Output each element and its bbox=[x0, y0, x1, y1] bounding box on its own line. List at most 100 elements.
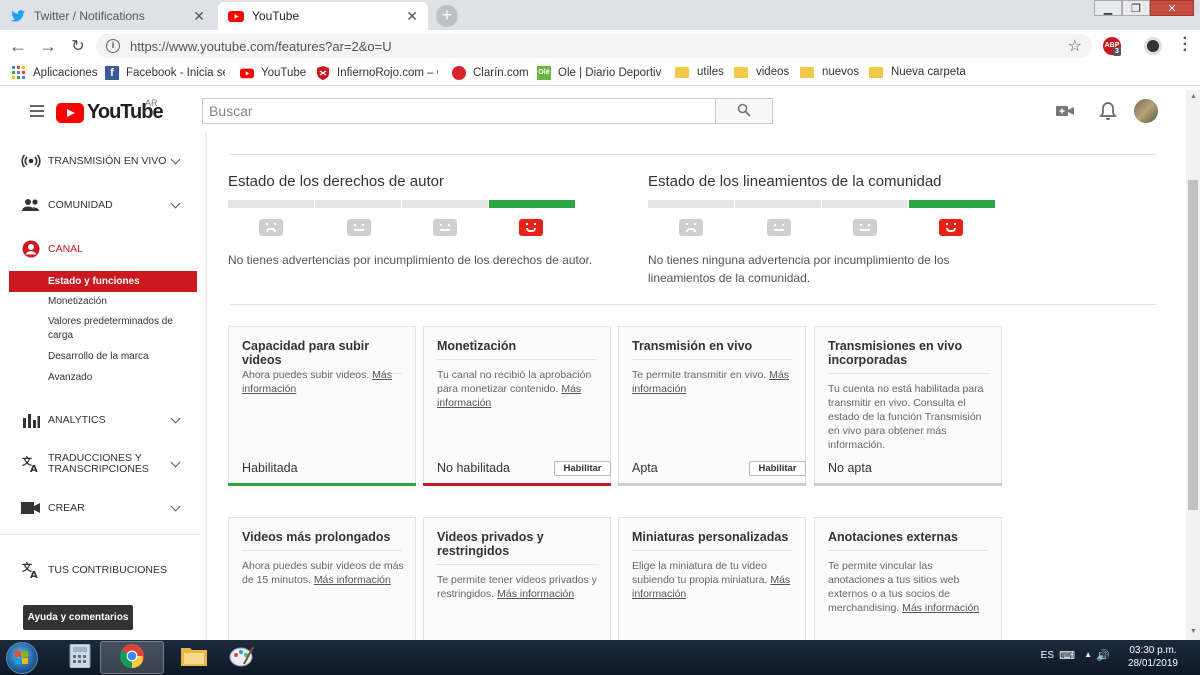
bookmark-folder-videos[interactable]: videos bbox=[734, 66, 789, 78]
studio-sidebar: TRANSMISIÓN EN VIVO COMUNIDAD CANAL Esta… bbox=[0, 132, 205, 640]
sidebar-subitem-branding[interactable]: Desarrollo de la marca bbox=[10, 350, 198, 364]
bookmark-label: Aplicaciones bbox=[33, 67, 98, 79]
bookmark-folder-nuevos[interactable]: nuevos bbox=[800, 66, 859, 78]
taskbar-paint[interactable] bbox=[210, 641, 274, 674]
clock-time: 03:30 p.m. bbox=[1129, 645, 1177, 656]
bookmark-folder-nueva-carpeta[interactable]: Nueva carpeta bbox=[869, 66, 966, 78]
enable-monetization-button[interactable]: Habilitar bbox=[554, 461, 611, 476]
feature-card-live: Transmisión en vivo Te permite transmiti… bbox=[618, 326, 806, 486]
close-tab-icon[interactable]: ✕ bbox=[406, 8, 418, 25]
forward-icon[interactable]: → bbox=[33, 36, 63, 57]
card-status: No habilitada bbox=[437, 461, 510, 475]
page-scrollbar[interactable]: ▲ ▼ bbox=[1186, 90, 1200, 640]
bookmark-apps[interactable]: Aplicaciones bbox=[12, 66, 98, 80]
new-tab-button[interactable]: + bbox=[436, 5, 458, 27]
card-description: Tu cuenta no está habilitada para transm… bbox=[828, 383, 984, 451]
scroll-down-icon[interactable]: ▼ bbox=[1190, 628, 1197, 635]
bookmark-star-icon[interactable]: ☆ bbox=[1068, 36, 1082, 56]
more-info-link[interactable]: Más información bbox=[314, 574, 391, 586]
maximize-button[interactable]: ❐ bbox=[1122, 0, 1150, 16]
tab-twitter[interactable]: Twitter / Notifications ✕ bbox=[0, 2, 215, 30]
neutral-face-icon bbox=[853, 219, 877, 236]
adblock-extension-icon[interactable]: ABP 3 bbox=[1103, 37, 1121, 56]
notifications-bell-icon[interactable] bbox=[1099, 101, 1117, 121]
card-title: Videos privados y restringidos bbox=[437, 530, 599, 565]
bookmark-label: Clarín.com bbox=[473, 67, 529, 79]
meter-segment bbox=[228, 200, 314, 208]
upload-video-icon[interactable] bbox=[1056, 104, 1074, 118]
youtube-masthead: YouTube AR Buscar bbox=[0, 90, 1186, 132]
apps-grid-icon bbox=[12, 66, 26, 80]
broadcast-icon bbox=[21, 152, 41, 170]
reload-icon[interactable]: ↻ bbox=[63, 36, 93, 56]
help-feedback-button[interactable]: Ayuda y comentarios bbox=[23, 605, 133, 630]
bookmark-clarin[interactable]: Clarín.com bbox=[452, 66, 529, 80]
more-info-link[interactable]: Más información bbox=[497, 588, 574, 600]
enable-live-button[interactable]: Habilitar bbox=[749, 461, 806, 476]
bookmark-label: utiles bbox=[697, 66, 724, 78]
divider bbox=[230, 304, 1156, 305]
sidebar-subitem-upload-defaults[interactable]: Valores predeterminados de carga bbox=[10, 315, 182, 343]
sidebar-item-channel[interactable]: CANAL bbox=[0, 229, 200, 269]
sidebar-subitem-status[interactable]: Estado y funciones bbox=[9, 271, 197, 292]
sidebar-item-analytics[interactable]: ANALYTICS bbox=[0, 400, 200, 440]
volume-icon[interactable]: 🔊 bbox=[1096, 649, 1110, 662]
info-icon[interactable]: i bbox=[106, 39, 120, 53]
bookmark-label: nuevos bbox=[822, 66, 860, 78]
folder-icon bbox=[675, 66, 689, 78]
bookmark-infiernorojo[interactable]: InfiernoRojo.com – C bbox=[316, 66, 438, 80]
windows-start-button[interactable] bbox=[6, 642, 38, 674]
sidebar-item-contributions[interactable]: 文A TUS CONTRIBUCIONES bbox=[0, 550, 200, 590]
browser-tab-strip: Twitter / Notifications ✕ YouTube ✕ + ▁ … bbox=[0, 0, 1200, 30]
close-tab-icon[interactable]: ✕ bbox=[193, 8, 205, 25]
card-status: No apta bbox=[828, 461, 872, 475]
language-indicator[interactable]: ES bbox=[1041, 650, 1054, 661]
search-button[interactable] bbox=[715, 98, 773, 124]
sad-face-icon bbox=[259, 219, 283, 236]
window-close-button[interactable]: ✕ bbox=[1150, 0, 1194, 16]
status-bar-neutral bbox=[618, 483, 806, 486]
menu-icon[interactable] bbox=[30, 105, 44, 117]
show-hidden-icons-icon[interactable]: ▲ bbox=[1084, 650, 1092, 659]
bookmark-facebook[interactable]: f Facebook - Inicia ses bbox=[105, 66, 225, 80]
bookmark-ole[interactable]: Olé Ole | Diario Deportivo bbox=[537, 66, 662, 80]
windows-taskbar: ES ⌨ ▲ 🔊 03:30 p.m. 28/01/2019 bbox=[0, 640, 1200, 675]
scroll-up-icon[interactable]: ▲ bbox=[1190, 93, 1197, 100]
bookmark-folder-utiles[interactable]: utiles bbox=[675, 66, 724, 78]
keyboard-icon[interactable]: ⌨ bbox=[1059, 649, 1075, 662]
sidebar-item-live[interactable]: TRANSMISIÓN EN VIVO bbox=[0, 141, 200, 181]
extension-icon[interactable] bbox=[1144, 37, 1162, 55]
sidebar-item-create[interactable]: CREAR bbox=[0, 488, 200, 528]
more-info-link[interactable]: Más información bbox=[902, 602, 979, 614]
search-input[interactable]: Buscar bbox=[202, 98, 716, 124]
address-bar[interactable]: i https://www.youtube.com/features?ar=2&… bbox=[96, 34, 1092, 58]
bookmark-label: InfiernoRojo.com – C bbox=[337, 67, 438, 79]
chevron-down-icon bbox=[170, 501, 181, 511]
people-icon bbox=[21, 196, 41, 214]
feature-card-monetization: Monetización Tu canal no recibió la apro… bbox=[423, 326, 611, 486]
taskbar-clock[interactable]: 03:30 p.m. 28/01/2019 bbox=[1128, 644, 1178, 670]
browser-toolbar: ← → ↻ i https://www.youtube.com/features… bbox=[0, 30, 1200, 62]
bookmark-youtube[interactable]: YouTube bbox=[240, 66, 306, 80]
browser-menu-icon[interactable]: · · · bbox=[1183, 31, 1188, 59]
sidebar-item-translations[interactable]: 文A TRADUCCIONES Y TRANSCRIPCIONES bbox=[0, 444, 200, 484]
extension-badge: 3 bbox=[1113, 47, 1121, 56]
avatar[interactable] bbox=[1134, 99, 1158, 123]
sidebar-subitem-advanced[interactable]: Avanzado bbox=[10, 371, 198, 385]
chevron-down-icon bbox=[170, 154, 181, 164]
neutral-face-icon bbox=[347, 219, 371, 236]
sidebar-subitem-label: Avanzado bbox=[48, 372, 93, 383]
back-icon[interactable]: ← bbox=[3, 36, 33, 57]
card-description: Ahora puedes subir videos. Más informaci… bbox=[242, 369, 393, 395]
sidebar-item-community[interactable]: COMUNIDAD bbox=[0, 185, 200, 225]
tab-youtube[interactable]: YouTube ✕ bbox=[218, 2, 428, 30]
sidebar-subitem-monetization[interactable]: Monetización bbox=[10, 295, 198, 309]
community-status-title: Estado de los lineamientos de la comunid… bbox=[648, 173, 942, 190]
bookmark-label: Ole | Diario Deportivo bbox=[558, 67, 662, 79]
scrollbar-thumb[interactable] bbox=[1188, 180, 1198, 510]
bookmarks-bar: Aplicaciones f Facebook - Inicia ses You… bbox=[0, 62, 1200, 86]
taskbar-chrome[interactable] bbox=[100, 641, 164, 674]
folder-icon bbox=[180, 645, 208, 670]
minimize-button[interactable]: ▁ bbox=[1094, 0, 1122, 16]
meter-segment bbox=[315, 200, 401, 208]
